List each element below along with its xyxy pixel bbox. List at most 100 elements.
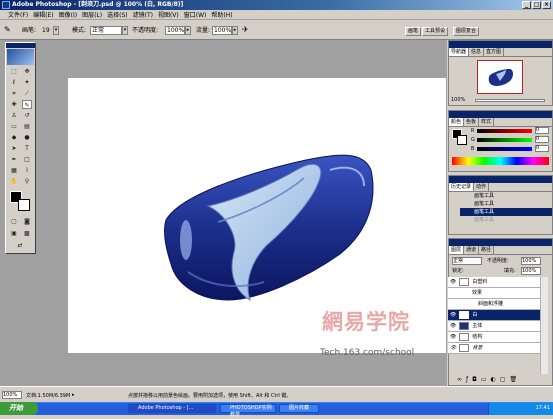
airbrush-icon[interactable]: ✈ (242, 25, 249, 34)
adjustment-layer-icon[interactable]: ◐ (491, 375, 496, 385)
magic-wand-icon[interactable]: ✦ (22, 78, 32, 87)
gradient-icon[interactable]: ▤ (22, 122, 32, 131)
color-bg-swatch[interactable] (457, 135, 467, 145)
tab-paths[interactable]: 路径 (479, 246, 495, 254)
fullscreen-mode-icon[interactable]: ▩ (22, 229, 32, 238)
tab-styles[interactable]: 样式 (479, 118, 495, 126)
slider-b[interactable] (477, 147, 532, 151)
menu-file[interactable]: 文件(F) (8, 10, 28, 19)
color-ramp[interactable] (452, 157, 549, 165)
tab-channels[interactable]: 通道 (464, 246, 480, 254)
layer-row[interactable]: 👁 结构 (448, 332, 540, 343)
mode-arrow-icon[interactable]: ▾ (122, 26, 128, 35)
brush-tool-icon[interactable]: ✎ (4, 25, 11, 34)
delete-layer-icon[interactable]: 🗑 (509, 375, 517, 385)
add-style-icon[interactable]: ƒ (466, 375, 468, 385)
start-button[interactable]: 开始 (0, 402, 38, 415)
navigator-thumbnail[interactable] (477, 60, 523, 94)
taskbar-item-photoshop[interactable]: Adobe Photoshop - [... (128, 404, 216, 413)
path-select-icon[interactable]: ➤ (9, 144, 19, 153)
opacity-input[interactable]: 100% (165, 26, 185, 35)
brush-icon[interactable]: ✎ (22, 100, 32, 109)
layer-row-background[interactable]: 👁 背景 (448, 343, 540, 354)
tab-history[interactable]: 历史记录 (449, 183, 475, 191)
taskbar-item-pictures[interactable]: 图片收藏 (279, 404, 319, 413)
notes-icon[interactable]: ▦ (9, 166, 19, 175)
tab-color[interactable]: 颜色 (449, 118, 465, 126)
menu-window[interactable]: 窗口(W) (184, 10, 207, 19)
zoom-icon[interactable]: ⚲ (22, 177, 32, 186)
dodge-icon[interactable]: ● (22, 133, 32, 142)
layer-row-selected[interactable]: 👁 白 (448, 310, 540, 321)
slider-g[interactable] (477, 138, 532, 142)
close-button[interactable]: × (542, 1, 551, 9)
document-canvas[interactable]: 網易学院 Tech.163.com/school (68, 78, 446, 358)
tab-histogram[interactable]: 直方图 (484, 48, 505, 56)
dock-tab-tool-presets[interactable]: 工具预设 (422, 27, 449, 36)
layer-opacity-input[interactable]: 100% (521, 257, 541, 265)
menu-layer[interactable]: 图层(L) (82, 10, 102, 19)
quickmask-mode-icon[interactable]: ◙ (22, 217, 32, 226)
history-item[interactable]: 画笔工具 (460, 200, 552, 208)
slider-r[interactable] (477, 129, 532, 133)
input-g[interactable]: 0 (535, 136, 549, 143)
screen-mode-icon[interactable]: ▣ (9, 229, 19, 238)
eraser-icon[interactable]: ▭ (9, 122, 19, 131)
crop-icon[interactable]: ⌗ (9, 89, 19, 98)
layer-blend-mode[interactable]: 正常 (452, 257, 482, 265)
history-item-current[interactable]: 画笔工具 (460, 208, 552, 216)
maximize-button[interactable]: □ (532, 1, 541, 9)
input-b[interactable]: 0 (535, 145, 549, 152)
opacity-arrow-icon[interactable]: ▸ (185, 26, 191, 35)
type-icon[interactable]: T (22, 144, 32, 153)
menu-edit[interactable]: 编辑(E) (33, 10, 53, 19)
dock-tab-brushes[interactable]: 画笔 (405, 27, 422, 36)
lasso-icon[interactable]: ℓ (9, 78, 19, 87)
taskbar-item-tutorial[interactable]: PHOTOSHOP实例教学 (220, 404, 276, 418)
layer-row[interactable]: 👁 白塑料 (448, 277, 540, 288)
new-set-icon[interactable]: ▭ (481, 375, 487, 385)
layer-effects-row[interactable]: 效果 (448, 288, 540, 299)
tab-layers[interactable]: 图层 (449, 246, 465, 254)
navigator-zoom-slider[interactable] (475, 99, 545, 102)
history-item-undone[interactable]: 画笔工具 (460, 216, 552, 224)
add-mask-icon[interactable]: ◘ (472, 375, 477, 385)
status-arrow-icon[interactable]: ▸ (72, 392, 75, 398)
layers-scrollbar[interactable] (540, 277, 548, 374)
menu-view[interactable]: 视图(V) (158, 10, 179, 19)
tab-navigator[interactable]: 导航器 (449, 48, 470, 56)
menu-filter[interactable]: 滤镜(T) (133, 10, 153, 19)
hand-icon[interactable]: ✋ (9, 177, 19, 186)
flow-arrow-icon[interactable]: ▸ (232, 26, 238, 35)
pen-icon[interactable]: ✒ (9, 155, 19, 164)
mode-select[interactable]: 正常 (90, 26, 122, 35)
move-icon[interactable]: ✥ (22, 67, 32, 76)
flow-input[interactable]: 100% (212, 26, 232, 35)
tab-actions[interactable]: 动作 (474, 183, 490, 191)
input-r[interactable]: 0 (535, 127, 549, 134)
dock-tab-layer-comps[interactable]: 图层复合 (453, 27, 480, 36)
eyedropper-icon[interactable]: ⌇ (22, 166, 32, 175)
status-zoom[interactable]: 100% (2, 391, 22, 399)
minimize-button[interactable]: _ (522, 1, 531, 9)
jump-to-imageready-icon[interactable]: ⇄ (15, 241, 25, 250)
standard-mode-icon[interactable]: ▢ (9, 217, 19, 226)
fill-input[interactable]: 100% (521, 267, 541, 275)
link-icon[interactable]: ∞ (457, 375, 462, 385)
slice-icon[interactable]: ⟋ (22, 89, 32, 98)
marquee-icon[interactable]: ⬚ (9, 67, 19, 76)
layer-effect-bevel[interactable]: 斜面和浮雕 (448, 299, 540, 310)
menu-help[interactable]: 帮助(H) (211, 10, 232, 19)
healing-icon[interactable]: ✚ (9, 100, 19, 109)
tab-info[interactable]: 信息 (469, 48, 485, 56)
shape-icon[interactable]: □ (22, 155, 32, 164)
brush-picker-arrow-icon[interactable]: ▾ (53, 26, 59, 35)
brush-size[interactable]: 19 (42, 26, 50, 35)
stamp-icon[interactable]: ♙ (9, 111, 19, 120)
tab-swatches[interactable]: 色板 (464, 118, 480, 126)
new-layer-icon[interactable]: ▢ (500, 375, 506, 385)
layer-row[interactable]: 👁 主体 (448, 321, 540, 332)
background-color-swatch[interactable] (18, 199, 30, 211)
history-item[interactable]: 画笔工具 (460, 192, 552, 200)
navigator-zoom[interactable]: 100% (451, 97, 465, 103)
